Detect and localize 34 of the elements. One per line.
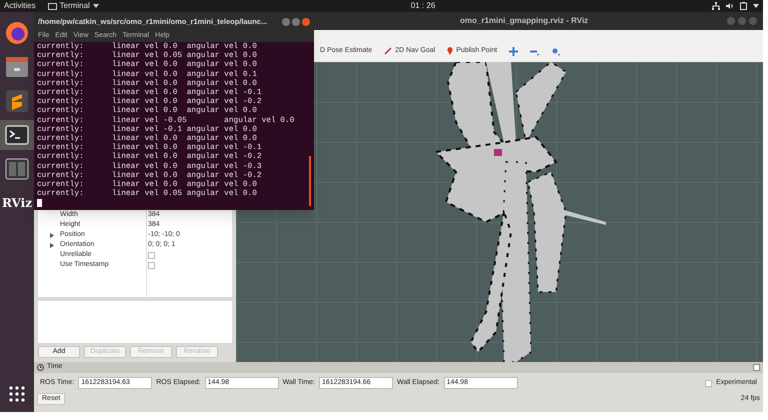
- property-checkbox[interactable]: [148, 262, 155, 268]
- dock-item[interactable]: RViz: [0, 188, 34, 218]
- close-button[interactable]: [753, 364, 760, 371]
- caret-icon: [92, 4, 99, 8]
- file-cabinet-icon: [5, 56, 29, 78]
- property-checkbox[interactable]: [148, 252, 155, 258]
- rviz-logo: RViz: [2, 197, 32, 209]
- app-menu[interactable]: Terminal: [48, 2, 99, 10]
- caret-icon[interactable]: [753, 4, 759, 8]
- terminal-cursor: [37, 199, 42, 208]
- clock-icon: [37, 364, 44, 371]
- app-grid-icon[interactable]: [9, 386, 25, 402]
- minimize-button[interactable]: [282, 18, 290, 26]
- move-icon[interactable]: [509, 46, 518, 56]
- dock-item[interactable]: [0, 120, 34, 150]
- editor-icon: [5, 89, 29, 113]
- expand-arrow-icon[interactable]: [50, 242, 54, 248]
- window-icon: [48, 2, 57, 10]
- pin-icon: [447, 47, 454, 55]
- window-title: omo_r1mini_gmapping.rviz - RViz: [460, 15, 588, 27]
- clock[interactable]: 01 : 26: [410, 2, 436, 10]
- experimental-checkbox[interactable]: [705, 380, 712, 386]
- panel-icon: [5, 158, 29, 180]
- eye-icon[interactable]: [551, 46, 560, 56]
- slash-icon: [384, 47, 392, 55]
- expand-arrow-icon[interactable]: [50, 232, 54, 238]
- volume-icon[interactable]: [726, 2, 734, 10]
- terminal-icon: [5, 125, 29, 145]
- maximize-button[interactable]: [292, 18, 300, 26]
- browser-icon: [5, 21, 29, 45]
- close-button[interactable]: [302, 18, 310, 26]
- battery-icon[interactable]: [740, 2, 747, 10]
- activities-button[interactable]: Activities: [4, 2, 36, 10]
- network-icon[interactable]: [712, 2, 720, 10]
